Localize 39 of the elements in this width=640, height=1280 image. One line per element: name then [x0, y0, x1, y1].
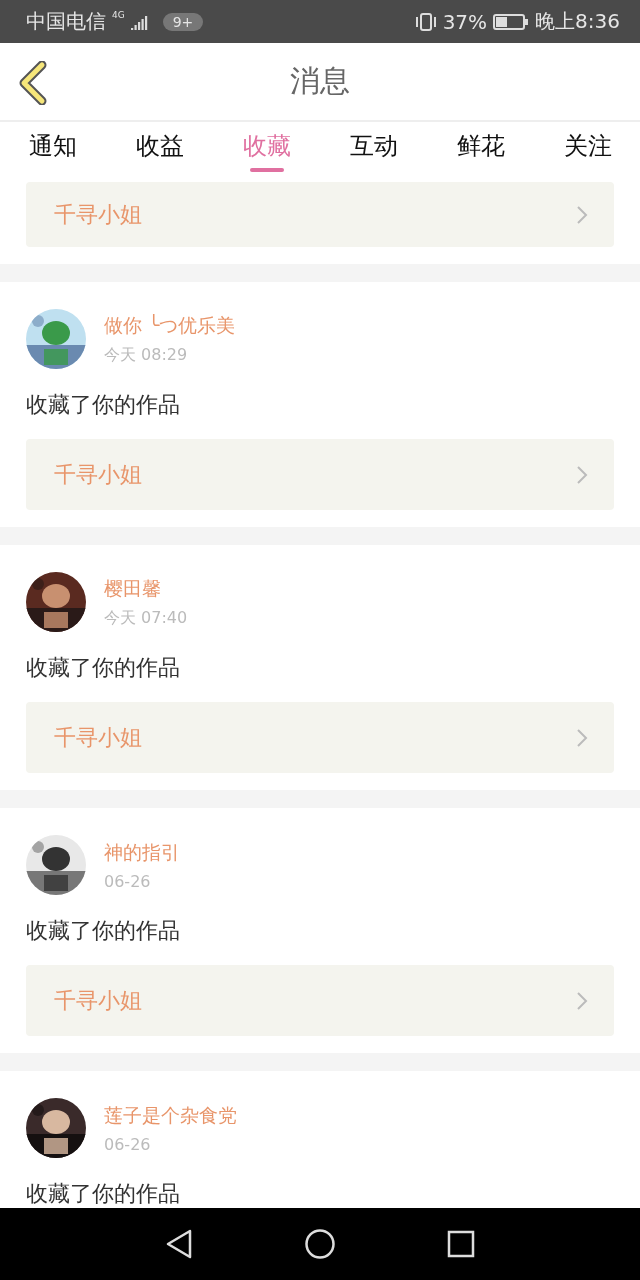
tab[interactable]: 互动	[320, 122, 427, 180]
work-link[interactable]: 千寻小姐	[26, 439, 614, 510]
chevron-right-icon	[576, 727, 588, 748]
chevron-right-icon	[576, 464, 588, 485]
message-time: 06-26	[104, 871, 152, 891]
work-link[interactable]: 千寻小姐	[26, 182, 614, 247]
home-icon[interactable]	[304, 1228, 336, 1260]
chevron-right-icon	[576, 990, 588, 1011]
user-name[interactable]: 樱田馨	[104, 575, 188, 602]
page-title: 消息	[290, 62, 350, 100]
work-link[interactable]: 千寻小姐	[26, 965, 614, 1036]
user-name[interactable]: 莲子是个杂食党	[104, 1102, 237, 1129]
message-text: 收藏了你的作品	[26, 917, 181, 945]
work-link[interactable]: 千寻小姐	[26, 702, 614, 773]
back-icon[interactable]	[165, 1228, 194, 1260]
tab[interactable]: 鲜花	[427, 122, 534, 180]
message-text: 收藏了你的作品	[26, 1180, 181, 1208]
message-time: 今天 08:29	[104, 344, 189, 366]
tab[interactable]: 通知	[0, 122, 106, 180]
tab[interactable]: 关注	[534, 122, 640, 180]
tab[interactable]: 收益	[106, 122, 213, 180]
recents-icon[interactable]	[446, 1230, 475, 1258]
vibrate-icon	[414, 11, 437, 32]
battery-icon	[493, 12, 530, 31]
clock: 晚上8:36	[535, 8, 620, 35]
carrier-name: 中国电信	[26, 8, 106, 35]
network-type: 4G	[112, 10, 125, 20]
tab[interactable]: 收藏	[213, 122, 320, 180]
user-name[interactable]: 做你 ╰つ优乐美	[104, 312, 236, 339]
message-time: 06-26	[104, 1134, 152, 1154]
user-name[interactable]: 神的指引	[104, 839, 180, 866]
chevron-right-icon	[576, 204, 588, 225]
signal-icon	[130, 13, 149, 30]
message-time: 今天 07:40	[104, 607, 188, 629]
notification-badge: 9+	[162, 12, 204, 31]
message-text: 收藏了你的作品	[26, 654, 181, 682]
message-text: 收藏了你的作品	[26, 391, 181, 419]
back-icon[interactable]	[18, 61, 48, 105]
battery-percent: 37%	[442, 9, 488, 34]
